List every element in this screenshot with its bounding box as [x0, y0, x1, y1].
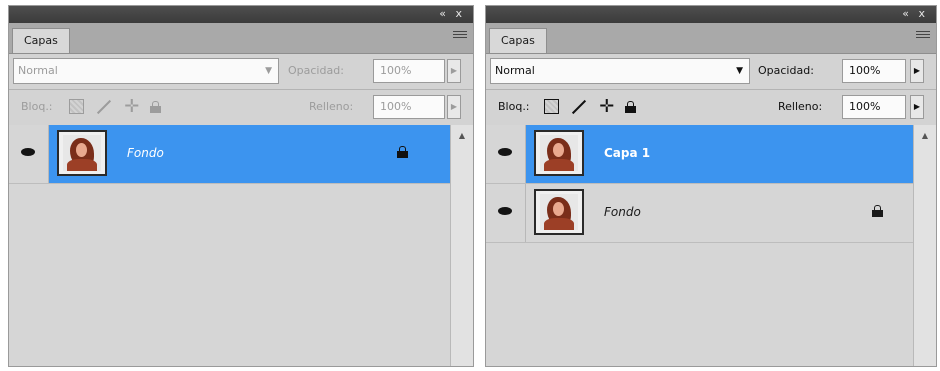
lock-move-icon[interactable]: ✛: [124, 97, 139, 116]
opacity-label: Opacidad:: [288, 64, 344, 77]
tab-capas[interactable]: Capas: [489, 28, 547, 53]
layer-row-fondo[interactable]: Fondo: [9, 125, 451, 184]
tab-row: Capas: [486, 23, 936, 54]
blend-mode-select[interactable]: Normal ▼: [13, 58, 279, 84]
fill-input[interactable]: 100%: [373, 95, 445, 119]
panel-titlebar[interactable]: « x: [486, 6, 936, 23]
scroll-up-icon[interactable]: ▲: [914, 131, 936, 140]
lock-move-icon[interactable]: ✛: [599, 97, 614, 116]
layer-row-fondo[interactable]: Fondo: [486, 184, 914, 243]
eye-icon[interactable]: [9, 125, 49, 183]
blend-mode-value: Normal: [495, 64, 535, 77]
lock-icon[interactable]: [150, 100, 162, 113]
opacity-label: Opacidad:: [758, 64, 814, 77]
layer-name[interactable]: Fondo: [604, 184, 641, 240]
blend-row: Normal ▼ Opacidad: 100% ▶: [486, 54, 936, 90]
layer-name[interactable]: Capa 1: [604, 125, 650, 181]
opacity-stepper[interactable]: ▶: [447, 59, 461, 83]
layer-thumbnail: [534, 189, 584, 235]
eye-icon[interactable]: [486, 184, 526, 242]
scrollbar[interactable]: ▲: [450, 125, 473, 366]
chevron-down-icon: ▼: [265, 66, 272, 76]
fill-stepper[interactable]: ▶: [447, 95, 461, 119]
collapse-close-buttons[interactable]: « x: [902, 7, 928, 20]
layers-list: Capa 1 Fondo ▲: [486, 125, 936, 366]
layer-thumbnail: [57, 130, 107, 176]
lock-label: Bloq.:: [498, 100, 530, 113]
fill-label: Relleno:: [309, 100, 354, 113]
blend-mode-value: Normal: [18, 64, 58, 77]
tab-capas[interactable]: Capas: [12, 28, 70, 53]
layers-list: Fondo ▲: [9, 125, 473, 366]
layers-panel-after: « x Capas Normal ▼ Opacidad: 100% ▶ Bloq…: [485, 5, 937, 367]
scroll-up-icon[interactable]: ▲: [451, 131, 473, 140]
blend-mode-select[interactable]: Normal ▼: [490, 58, 750, 84]
panel-menu-icon[interactable]: [916, 31, 930, 41]
lock-brush-icon[interactable]: [95, 98, 113, 116]
lock-row: Bloq.: ✛ Relleno: 100% ▶: [9, 90, 473, 126]
lock-icon: [872, 205, 883, 217]
fill-label: Relleno:: [778, 100, 823, 113]
layer-thumbnail: [534, 130, 584, 176]
tab-row: Capas: [9, 23, 473, 54]
blend-row: Normal ▼ Opacidad: 100% ▶: [9, 54, 473, 90]
chevron-down-icon: ▼: [736, 66, 743, 76]
lock-brush-icon[interactable]: [570, 98, 588, 116]
opacity-stepper[interactable]: ▶: [910, 59, 924, 83]
lock-transparent-icon[interactable]: [544, 99, 559, 114]
layer-name[interactable]: Fondo: [127, 125, 164, 181]
opacity-input[interactable]: 100%: [373, 59, 445, 83]
lock-icon[interactable]: [625, 100, 637, 113]
panel-titlebar[interactable]: « x: [9, 6, 473, 23]
lock-transparent-icon[interactable]: [69, 99, 84, 114]
lock-label: Bloq.:: [21, 100, 53, 113]
collapse-close-buttons[interactable]: « x: [439, 7, 465, 20]
opacity-input[interactable]: 100%: [842, 59, 906, 83]
layer-row-capa-1[interactable]: Capa 1: [486, 125, 914, 184]
layers-panel-before: « x Capas Normal ▼ Opacidad: 100% ▶ Bloq…: [8, 5, 474, 367]
lock-icons: ✛: [69, 96, 167, 118]
lock-icons: ✛: [544, 96, 642, 118]
eye-icon[interactable]: [486, 125, 526, 183]
lock-row: Bloq.: ✛ Relleno: 100% ▶: [486, 90, 936, 126]
fill-stepper[interactable]: ▶: [910, 95, 924, 119]
scrollbar[interactable]: ▲: [913, 125, 936, 366]
panel-menu-icon[interactable]: [453, 31, 467, 41]
lock-icon: [397, 146, 408, 158]
fill-input[interactable]: 100%: [842, 95, 906, 119]
